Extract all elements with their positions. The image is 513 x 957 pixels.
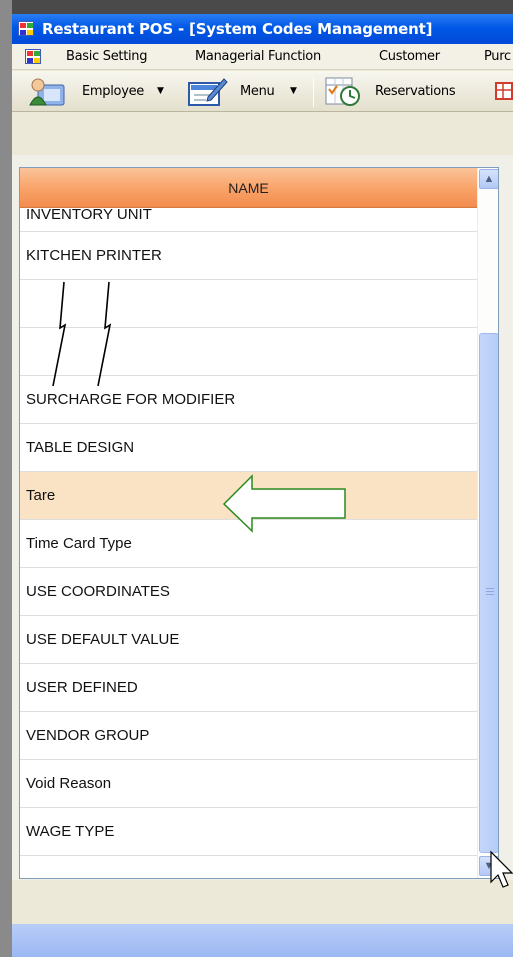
menu-customer[interactable]: Customer	[379, 44, 440, 69]
menu-button[interactable]: Menu ▼	[188, 71, 308, 111]
grid-row[interactable]: SURCHARGE FOR MODIFIER	[20, 376, 477, 424]
grid-cell: USE COORDINATES	[26, 583, 170, 600]
grid-cell: Void Reason	[26, 775, 112, 792]
grip-line	[486, 588, 494, 589]
chevron-up-icon: ▲	[483, 173, 495, 185]
app-icon	[18, 21, 34, 36]
taskbar-strip	[12, 924, 513, 957]
grid-cell: USE DEFAULT VALUE	[26, 631, 180, 648]
scroll-down-button[interactable]: ▼	[479, 856, 498, 876]
grid-row-elided	[20, 280, 477, 328]
menu-edit-icon	[188, 78, 228, 106]
grid-cell: VENDOR GROUP	[26, 727, 150, 744]
scroll-up-button[interactable]: ▲	[479, 169, 498, 189]
grid-row[interactable]: USE COORDINATES	[20, 568, 477, 616]
grid-row-elided	[20, 328, 477, 376]
menu-purchase[interactable]: Purc	[484, 44, 511, 69]
grid-row[interactable]: KITCHEN PRINTER	[20, 232, 477, 280]
employee-button[interactable]: Employee ▼	[28, 71, 178, 111]
grid-row-selected[interactable]: Tare	[20, 472, 477, 520]
reservations-button[interactable]: Reservations	[323, 71, 481, 111]
menu-label: Menu	[240, 84, 275, 99]
system-codes-grid: NAME INVENTORY UNIT KITCHEN PRINTER SURC…	[19, 167, 499, 879]
grid-row[interactable]: INVENTORY UNIT	[20, 208, 477, 232]
grid-row[interactable]: TABLE DESIGN	[20, 424, 477, 472]
grid-row[interactable]: WAGE TYPE	[20, 808, 477, 856]
vertical-scrollbar[interactable]: ▲ ▼	[477, 168, 498, 878]
employee-dropdown-icon[interactable]: ▼	[157, 71, 164, 111]
desktop-edge	[0, 0, 12, 957]
menu-managerial-function[interactable]: Managerial Function	[195, 44, 321, 69]
grid-cell: Tare	[26, 487, 56, 504]
content-panel: NAME INVENTORY UNIT KITCHEN PRINTER SURC…	[12, 155, 513, 880]
employee-icon	[29, 78, 65, 106]
employee-label: Employee	[82, 84, 144, 99]
toolbar-separator	[313, 77, 314, 107]
grid-row[interactable]: USER DEFINED	[20, 664, 477, 712]
grid-row[interactable]: VENDOR GROUP	[20, 712, 477, 760]
grid-cell: SURCHARGE FOR MODIFIER	[26, 391, 236, 408]
next-toolbar-button[interactable]	[495, 71, 513, 111]
app-window: Restaurant POS - [System Codes Managemen…	[12, 14, 513, 957]
scroll-thumb[interactable]	[479, 333, 498, 853]
grid-row[interactable]: USE DEFAULT VALUE	[20, 616, 477, 664]
grid-cell: INVENTORY UNIT	[26, 208, 152, 223]
title-bar[interactable]: Restaurant POS - [System Codes Managemen…	[12, 14, 513, 44]
reservations-label: Reservations	[375, 84, 456, 99]
grip-line	[486, 594, 494, 595]
menu-dropdown-icon[interactable]: ▼	[290, 71, 297, 111]
grid-cell: USER DEFINED	[26, 679, 138, 696]
grid-cell: KITCHEN PRINTER	[26, 247, 162, 264]
chevron-down-icon: ▼	[483, 860, 495, 872]
toolbar: Employee ▼ Menu ▼ Reservations	[12, 71, 513, 112]
grid-row[interactable]: Void Reason	[20, 760, 477, 808]
menu-bar: Basic Setting Managerial Function Custom…	[12, 44, 513, 70]
column-header-name[interactable]: NAME	[20, 168, 477, 208]
grip-line	[486, 591, 494, 592]
grid-cell: WAGE TYPE	[26, 823, 115, 840]
mdi-app-icon[interactable]	[25, 49, 41, 64]
menu-basic-setting[interactable]: Basic Setting	[66, 44, 148, 69]
grid-cell: TABLE DESIGN	[26, 439, 135, 456]
window-title: Restaurant POS - [System Codes Managemen…	[42, 20, 433, 38]
grid-row[interactable]: Time Card Type	[20, 520, 477, 568]
grid-cell: Time Card Type	[26, 535, 132, 552]
reservations-icon	[325, 77, 360, 106]
table-icon	[495, 82, 513, 100]
